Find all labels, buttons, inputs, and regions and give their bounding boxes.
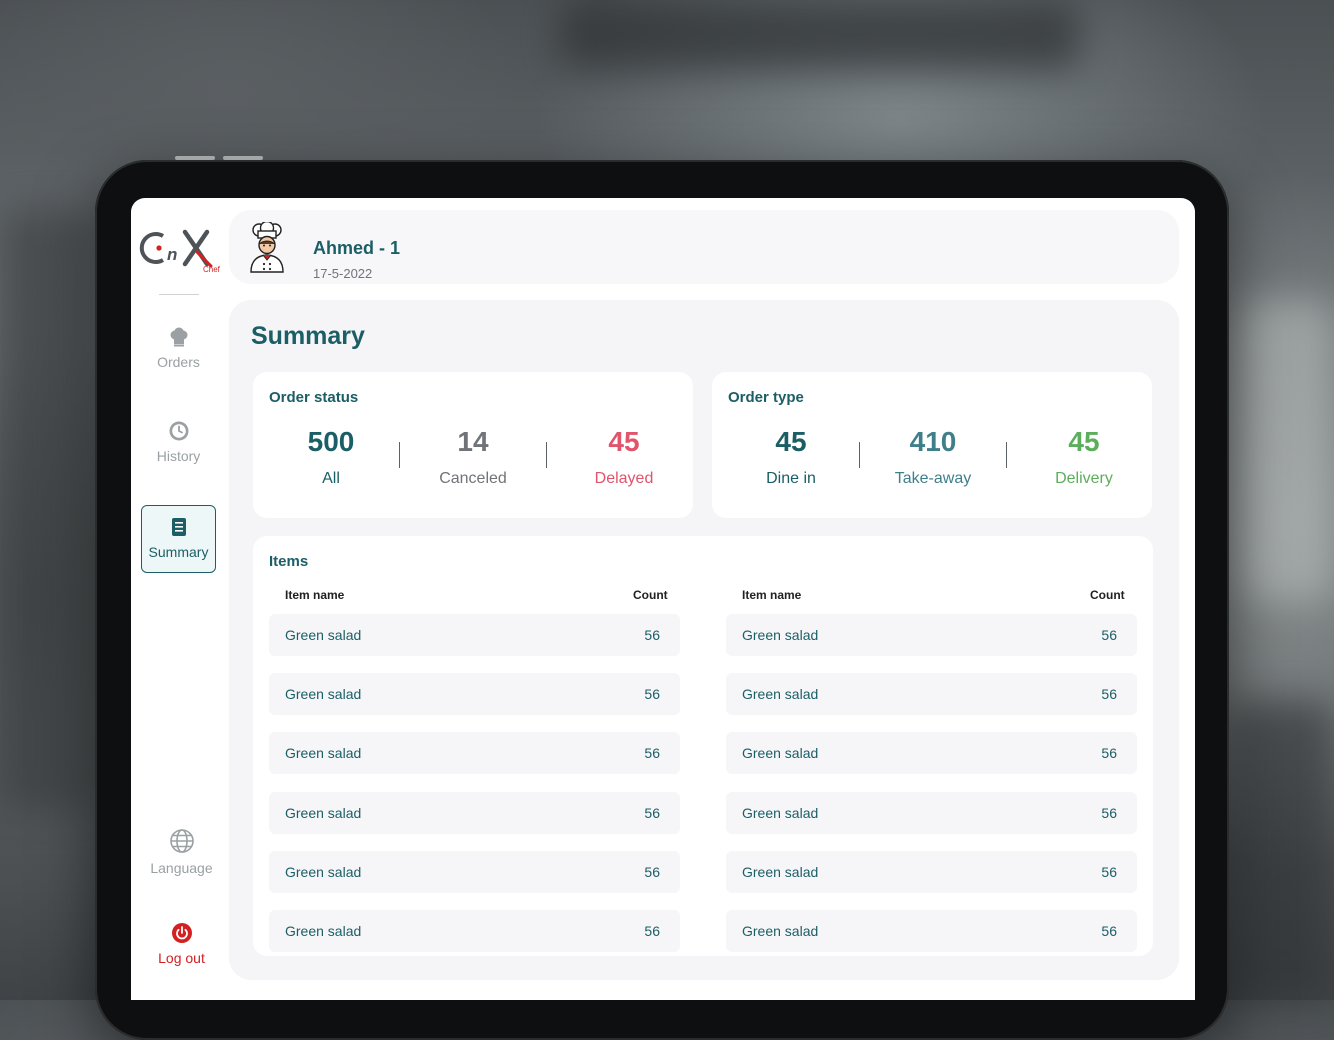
power-icon	[171, 923, 192, 943]
sidebar-divider	[159, 294, 199, 295]
column-header-count: Count	[1090, 588, 1125, 602]
item-count: 56	[644, 627, 660, 643]
summary-panel: Summary Order status 500 All 14 Canceled…	[229, 300, 1179, 980]
card-title: Order type	[728, 389, 804, 406]
sidebar-item-summary[interactable]: Summary	[141, 505, 216, 573]
stat-divider	[399, 442, 400, 468]
stat-value: 410	[909, 426, 957, 457]
stat-value: 500	[307, 426, 355, 457]
item-name: Green salad	[742, 627, 819, 643]
item-count: 56	[644, 686, 660, 702]
stat-take-away[interactable]: 410 Take-away	[863, 422, 1003, 488]
column-header-item-name: Item name	[285, 588, 345, 602]
logout-button[interactable]: Log out	[144, 912, 219, 980]
item-name: Green salad	[285, 923, 362, 939]
background-blur	[1230, 700, 1334, 1000]
table-row[interactable]: Green salad 56	[726, 732, 1137, 774]
table-row[interactable]: Green salad 56	[269, 673, 680, 715]
item-count: 56	[1101, 864, 1117, 880]
sidebar: n Chef Orders History Summary Language L…	[131, 198, 227, 1000]
background-blur	[0, 210, 95, 810]
stat-value: 45	[1068, 426, 1100, 457]
stat-label: Dine in	[766, 470, 816, 487]
onx-logo: n Chef	[139, 229, 221, 274]
table-row[interactable]: Green salad 56	[269, 910, 680, 952]
stat-canceled[interactable]: 14 Canceled	[403, 422, 543, 488]
clock-icon	[169, 421, 188, 441]
card-title: Items	[269, 553, 309, 570]
item-name: Green salad	[742, 923, 819, 939]
item-count: 56	[1101, 627, 1117, 643]
stat-divider	[546, 442, 547, 468]
sidebar-item-label: Language	[150, 860, 213, 876]
stat-divider	[1006, 442, 1007, 468]
stat-all[interactable]: 500 All	[261, 422, 401, 488]
background-blur	[1240, 300, 1334, 600]
column-header-count: Count	[633, 588, 668, 602]
stat-dine-in[interactable]: 45 Dine in	[721, 422, 861, 488]
table-row[interactable]: Green salad 56	[726, 910, 1137, 952]
column-header-item-name: Item name	[742, 588, 802, 602]
table-row[interactable]: Green salad 56	[726, 614, 1137, 656]
stat-divider	[859, 442, 860, 468]
item-count: 56	[1101, 923, 1117, 939]
stat-value: 45	[608, 426, 640, 457]
stat-label: Canceled	[439, 470, 507, 487]
item-name: Green salad	[285, 864, 362, 880]
order-type-card: Order type 45 Dine in 410 Take-away 45 D…	[712, 372, 1152, 518]
item-name: Green salad	[285, 686, 362, 702]
sidebar-item-label: History	[156, 448, 201, 464]
item-name: Green salad	[742, 745, 819, 761]
table-row[interactable]: Green salad 56	[726, 851, 1137, 893]
table-row[interactable]: Green salad 56	[269, 792, 680, 834]
stat-delayed[interactable]: 45 Delayed	[554, 422, 694, 488]
user-name: Ahmed - 1	[313, 238, 401, 258]
table-row[interactable]: Green salad 56	[269, 851, 680, 893]
item-count: 56	[644, 864, 660, 880]
svg-text:n: n	[167, 245, 177, 264]
item-count: 56	[644, 805, 660, 821]
user-header: Ahmed - 1 17-5-2022	[229, 210, 1179, 284]
stat-label: All	[322, 470, 340, 487]
table-row[interactable]: Green salad 56	[726, 673, 1137, 715]
item-count: 56	[644, 745, 660, 761]
sidebar-item-history[interactable]: History	[141, 410, 216, 478]
stat-value: 14	[457, 426, 489, 457]
order-status-card: Order status 500 All 14 Canceled 45 Dela…	[253, 372, 693, 518]
svg-text:Chef: Chef	[203, 265, 221, 274]
stat-label: Delivery	[1055, 470, 1113, 487]
items-card: Items Item name Count Item name Count Gr…	[253, 536, 1153, 956]
sidebar-item-label: Summary	[148, 544, 209, 560]
background-blur	[560, 0, 1080, 70]
globe-icon	[169, 829, 194, 853]
item-count: 56	[1101, 745, 1117, 761]
app-screen: n Chef Orders History Summary Language L…	[131, 198, 1195, 1000]
item-name: Green salad	[742, 686, 819, 702]
receipt-icon	[171, 518, 186, 536]
stat-value: 45	[775, 426, 807, 457]
item-name: Green salad	[742, 805, 819, 821]
chef-hat-icon	[170, 327, 187, 347]
stat-label: Delayed	[594, 470, 654, 487]
table-row[interactable]: Green salad 56	[269, 732, 680, 774]
stat-delivery[interactable]: 45 Delivery	[1014, 422, 1154, 488]
item-name: Green salad	[285, 627, 362, 643]
sidebar-item-orders[interactable]: Orders	[141, 316, 216, 384]
stat-label: Take-away	[894, 470, 972, 487]
item-name: Green salad	[285, 745, 362, 761]
table-row[interactable]: Green salad 56	[269, 614, 680, 656]
item-count: 56	[1101, 805, 1117, 821]
item-name: Green salad	[742, 864, 819, 880]
chef-avatar-icon	[250, 222, 284, 273]
page-title: Summary	[251, 322, 365, 350]
sidebar-item-label: Log out	[158, 950, 205, 966]
current-date: 17-5-2022	[313, 266, 373, 281]
sidebar-item-language[interactable]: Language	[144, 818, 219, 886]
sidebar-item-label: Orders	[157, 354, 200, 370]
item-count: 56	[1101, 686, 1117, 702]
item-name: Green salad	[285, 805, 362, 821]
item-count: 56	[644, 923, 660, 939]
card-title: Order status	[269, 389, 359, 406]
table-row[interactable]: Green salad 56	[726, 792, 1137, 834]
